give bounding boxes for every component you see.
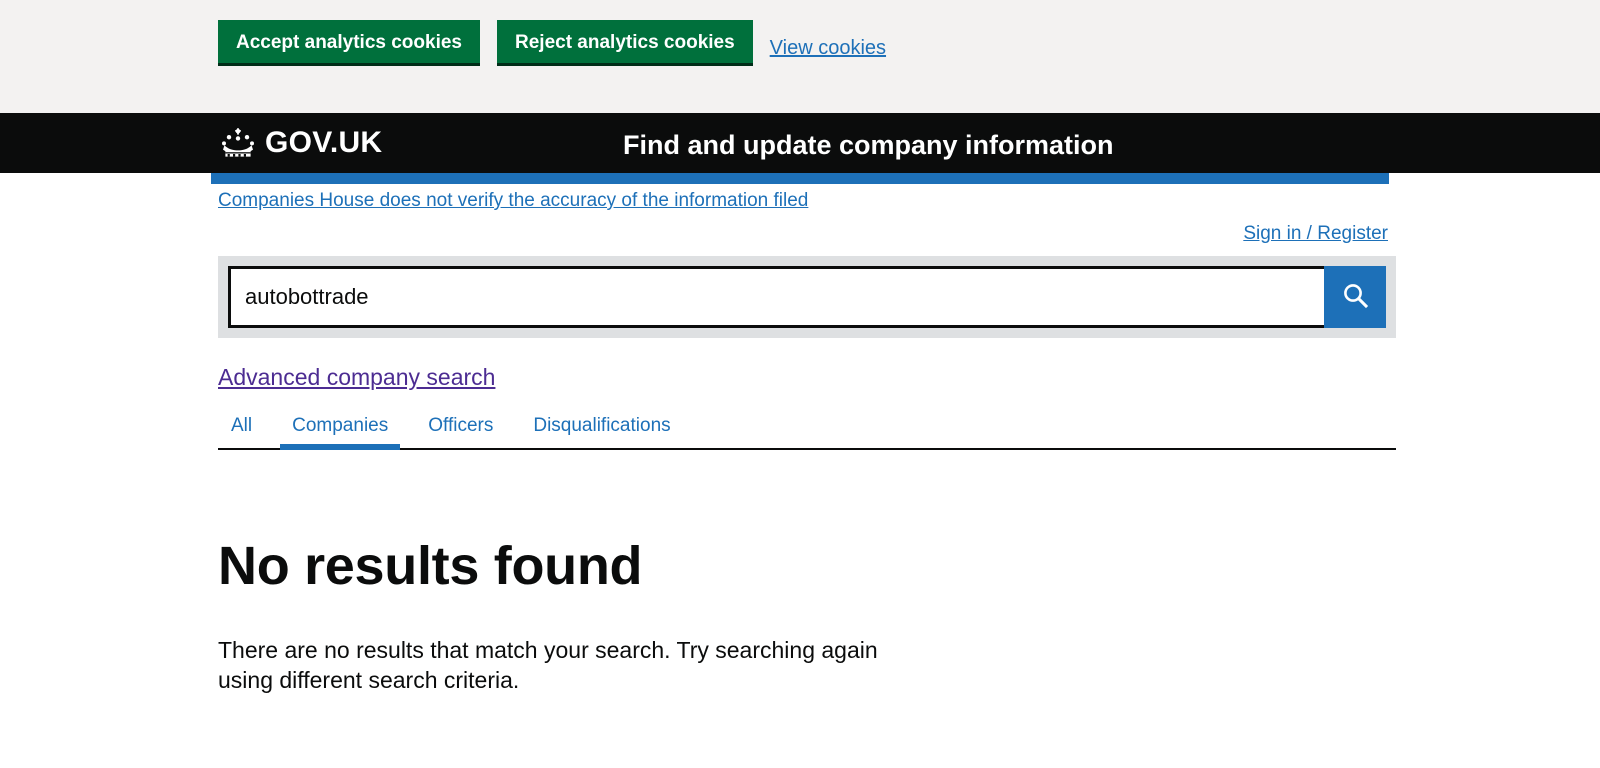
govuk-header: GOV.UK Find and update company informati… [0,113,1600,173]
tab-officers[interactable]: Officers [408,411,513,448]
govuk-logo-text: GOV.UK [265,126,383,159]
page-content: Companies House does not verify the accu… [211,184,1396,695]
service-stripe-wrap [211,173,1389,184]
service-accent-stripe [211,173,1389,184]
tab-companies[interactable]: Companies [272,411,408,450]
page-title: No results found [218,536,643,596]
sign-in-register-link[interactable]: Sign in / Register [1243,223,1388,244]
accept-analytics-cookies-button[interactable]: Accept analytics cookies [218,20,480,66]
tab-all[interactable]: All [218,411,272,448]
search-icon [1342,282,1369,312]
govuk-logo-link[interactable]: GOV.UK [218,126,382,160]
search-input[interactable] [228,266,1324,328]
view-cookies-link[interactable]: View cookies [770,20,886,60]
search-submit-button[interactable] [1324,266,1386,328]
reject-analytics-cookies-button[interactable]: Reject analytics cookies [497,20,753,66]
no-results-message: There are no results that match your sea… [218,636,878,694]
service-name-link[interactable]: Find and update company information [623,130,1114,161]
advanced-company-search-link[interactable]: Advanced company search [218,364,495,391]
tab-disqualifications[interactable]: Disqualifications [513,411,690,448]
cookie-banner-actions: Accept analytics cookies Reject analytic… [218,0,1389,66]
phase-banner-link[interactable]: Companies House does not verify the accu… [218,190,808,212]
account-bar: Sign in / Register [218,223,1389,245]
search-scope-tabs: All Companies Officers Disqualifications [218,411,1396,450]
govuk-header-inner: GOV.UK Find and update company informati… [211,113,1389,173]
search-bar [218,256,1396,338]
cookie-banner: Accept analytics cookies Reject analytic… [0,0,1600,113]
cookie-banner-inner: Accept analytics cookies Reject analytic… [211,0,1389,66]
crown-icon [218,127,258,159]
